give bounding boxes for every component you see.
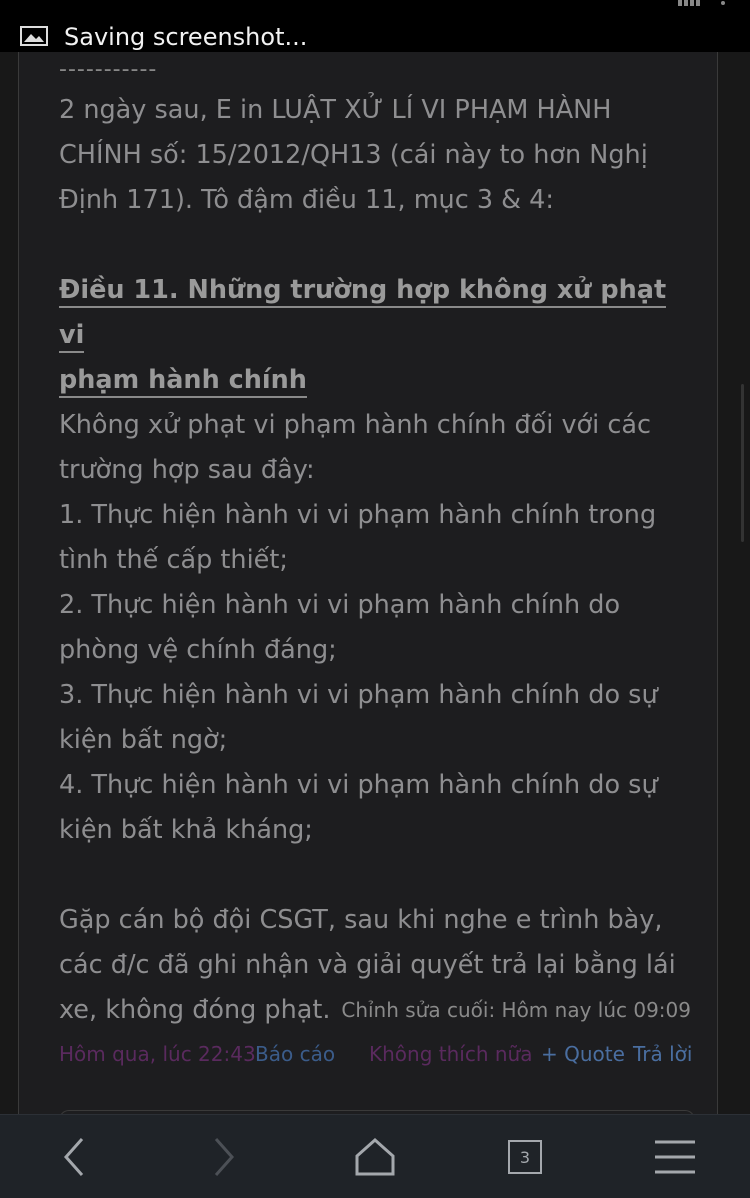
image-notification-icon	[20, 26, 48, 46]
intro-line: 2 ngày sau, E in LUẬT XỬ LÍ VI PHẠM HÀNH	[59, 95, 612, 125]
intro-line: CHÍNH số: 15/2012/QH13 (cái này to hơn N…	[59, 140, 648, 170]
body-line: phòng vệ chính đáng;	[59, 635, 337, 665]
body-line: 4. Thực hiện hành vi vi phạm hành chính …	[59, 770, 658, 800]
tab-count-badge: 3	[508, 1140, 542, 1174]
body-line: trường hợp sau đây:	[59, 455, 315, 485]
system-icons	[678, 0, 734, 6]
wifi-icon	[721, 1, 725, 5]
body-line: 2. Thực hiện hành vi vi phạm hành chính …	[59, 590, 621, 620]
forward-button[interactable]	[174, 1115, 274, 1198]
post-date-link[interactable]: Hôm qua, lúc 22:43	[59, 1042, 256, 1066]
back-button[interactable]	[24, 1115, 124, 1198]
intro-line: Định 171). Tô đậm điều 11, mục 3 & 4:	[59, 185, 554, 215]
chevron-left-icon	[63, 1138, 84, 1176]
tabs-button[interactable]: 3	[475, 1115, 575, 1198]
article-heading: Điều 11. Những trường hợp không xử phạt …	[59, 268, 699, 358]
closing-line: các đ/c đã ghi nhận và giải quyết trả lạ…	[59, 950, 676, 980]
text-divider: -----------	[59, 57, 158, 82]
body-line: kiện bất khả kháng;	[59, 815, 313, 845]
unlike-link[interactable]: Không thích nữa	[369, 1042, 532, 1066]
body-line: 1. Thực hiện hành vi vi phạm hành chính …	[59, 500, 657, 530]
reply-link[interactable]: Trả lời	[633, 1042, 692, 1066]
chevron-right-icon	[214, 1138, 235, 1176]
scrollbar[interactable]	[741, 384, 744, 542]
status-bar: Saving screenshot...	[0, 0, 750, 52]
post-footer: Hôm qua, lúc 22:43 Báo cáo Không thích n…	[59, 1042, 699, 1072]
report-link[interactable]: Báo cáo	[255, 1042, 335, 1066]
menu-button[interactable]	[625, 1115, 725, 1198]
heading-line: phạm hành chính	[59, 365, 307, 398]
post-body: ----------- 2 ngày sau, E in LUẬT XỬ LÍ …	[59, 52, 699, 1033]
browser-nav-bar: 3	[0, 1114, 750, 1198]
home-icon	[355, 1137, 395, 1176]
signal-icon	[678, 0, 700, 6]
closing-line: Gặp cán bộ đội CSGT, sau khi nghe e trìn…	[59, 905, 663, 935]
notification-text: Saving screenshot...	[64, 23, 308, 51]
body-line: tình thế cấp thiết;	[59, 545, 288, 575]
quote-link[interactable]: + Quote	[541, 1042, 625, 1066]
hamburger-menu-icon	[655, 1140, 695, 1174]
article-heading: phạm hành chính	[59, 358, 699, 403]
post-card: ----------- 2 ngày sau, E in LUẬT XỬ LÍ …	[18, 52, 718, 1131]
page-content[interactable]: ----------- 2 ngày sau, E in LUẬT XỬ LÍ …	[0, 52, 750, 1131]
body-line: Không xử phạt vi phạm hành chính đối với…	[59, 410, 652, 440]
edited-note: Chỉnh sửa cuối: Hôm nay lúc 09:09	[341, 998, 691, 1022]
body-line: kiện bất ngờ;	[59, 725, 228, 755]
body-line: 3. Thực hiện hành vi vi phạm hành chính …	[59, 680, 658, 710]
home-button[interactable]	[325, 1115, 425, 1198]
heading-line: Điều 11. Những trường hợp không xử phạt …	[59, 275, 667, 353]
